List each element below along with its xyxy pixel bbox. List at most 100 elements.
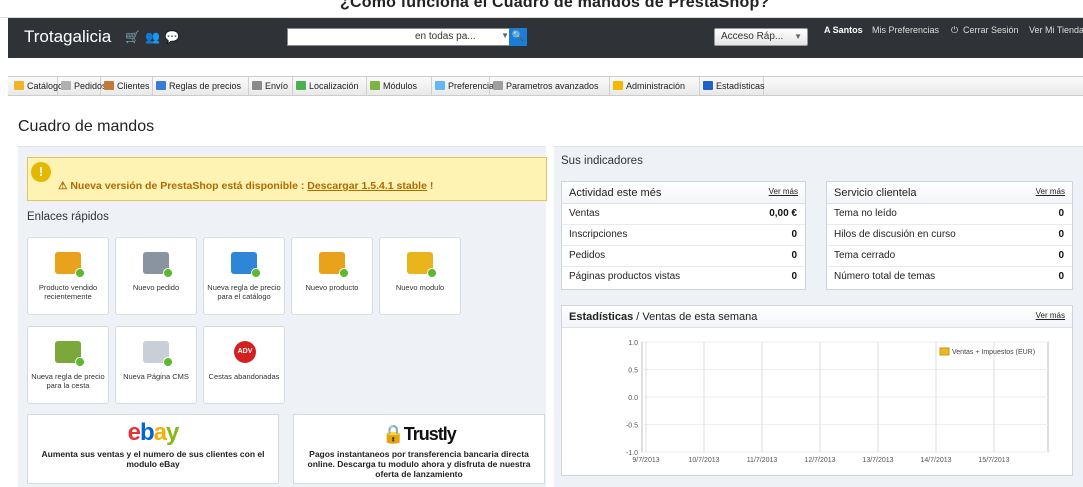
menu-item-4[interactable]: Envío [249, 77, 293, 95]
quick-link-label: Nuevo pedido [132, 283, 180, 292]
quick-link-label: Nueva Página CMS [123, 372, 189, 381]
indicator-value: 0 [1058, 271, 1064, 282]
menu-item-5[interactable]: Localización [293, 77, 367, 95]
quick-link-tile[interactable]: Nuevo producto [291, 237, 373, 315]
search-scope-value: en todas pa... [415, 31, 476, 42]
indicator-label: Pedidos [569, 250, 606, 261]
chevron-down-icon: ▼ [794, 32, 802, 41]
logout-link[interactable]: Cerrar Sesión [963, 25, 1019, 35]
power-icon[interactable]: ⏻ [951, 25, 958, 36]
quick-link-label: Nuevo producto [305, 283, 359, 292]
activity-header: Actividad este més Ver más [562, 182, 805, 204]
quick-link-tile[interactable]: Nuevo pedido [115, 237, 197, 315]
menu-item-0[interactable]: Catálogo [11, 77, 63, 95]
user-name[interactable]: A Santos [824, 25, 863, 35]
indicator-row: Número total de temas 0 [827, 267, 1072, 288]
indicator-label: Ventas [569, 208, 600, 219]
cart-rule-icon [55, 341, 85, 367]
menu-item-10[interactable]: Estadísticas [700, 77, 765, 95]
stats-more-link[interactable]: Ver más [1036, 311, 1065, 320]
stats-title-bold: Estadísticas [569, 311, 634, 323]
menu-label: Parametros avanzados [506, 81, 599, 91]
y-tick-label: 0.5 [628, 368, 638, 375]
service-more-link[interactable]: Ver más [1036, 187, 1065, 196]
indicator-value: 0 [1058, 250, 1064, 261]
quick-links-title: Enlaces rápidos [27, 211, 109, 223]
indicator-label: Inscripciones [569, 229, 628, 240]
activity-box: Actividad este més Ver más Ventas 0,00 € I… [561, 181, 806, 290]
menu-item-2[interactable]: Clientes [101, 77, 153, 95]
update-alert: ! ⚠ Nueva versión de PrestaShop está dis… [27, 157, 547, 201]
stats-box: Estadísticas / Ventas de esta semana Ver… [561, 305, 1073, 476]
chevron-down-icon: ▼ [501, 31, 509, 40]
y-tick-label: 1.0 [628, 340, 638, 347]
download-update-link[interactable]: Descargar 1.5.4.1 stable [307, 180, 427, 192]
preferences-link[interactable]: Mis Preferencias [872, 25, 939, 35]
quick-link-tile[interactable]: Nuevo modulo [379, 237, 461, 315]
plus-badge-icon [75, 268, 85, 278]
menu-item-9[interactable]: Administración [610, 77, 700, 95]
activity-more-link[interactable]: Ver más [769, 187, 798, 196]
indicator-row: Pedidos 0 [562, 246, 805, 267]
y-tick-label: -0.5 [626, 423, 638, 430]
menu-item-3[interactable]: Reglas de precios [153, 77, 249, 95]
indicator-value: 0 [791, 271, 797, 282]
search-box: en todas pa... ▼ 🔍 [287, 28, 527, 46]
x-tick-label: 12/7/2013 [804, 457, 835, 464]
y-tick-label: 0.0 [628, 395, 638, 402]
quick-access-dropdown[interactable]: Acceso Ráp... ▼ [714, 28, 808, 46]
menu-item-8[interactable]: Parametros avanzados [490, 77, 610, 95]
page-add-icon [143, 341, 173, 367]
menu-item-6[interactable]: Módulos [367, 77, 432, 95]
view-store-link[interactable]: Ver Mi Tienda [1029, 25, 1083, 35]
lock-icon: 🔒 [382, 424, 404, 444]
menu-label: Módulos [383, 81, 418, 91]
indicator-label: Hilos de discusión en curso [834, 229, 956, 240]
menu-icon [296, 81, 306, 90]
indicator-row: Ventas 0,00 € [562, 204, 805, 225]
new-messages-icon[interactable]: 💬 [165, 30, 185, 44]
plus-badge-icon [163, 268, 173, 278]
x-tick-label: 14/7/2013 [920, 457, 951, 464]
trustly-logo-text: Trustly [403, 424, 457, 444]
ebay-promo[interactable]: ebay Aumenta sus ventas y el numero de s… [27, 414, 279, 484]
new-orders-icon[interactable]: 🛒 [125, 30, 145, 44]
adv-icon: ADV [234, 341, 256, 363]
quick-link-tile[interactable]: ADV Cestas abandonadas [203, 326, 285, 404]
quick-link-label: Nueva regla de precio para el catálogo [207, 283, 281, 301]
ebay-promo-text: Aumenta sus ventas y el numero de sus cl… [41, 449, 265, 469]
menu-item-7[interactable]: Preferencias [432, 77, 499, 95]
search-icon[interactable]: 🔍 [509, 28, 527, 46]
quick-link-tile[interactable]: Nueva regla de precio para el catálogo [203, 237, 285, 315]
quick-link-tile[interactable]: Producto vendido recientemente [27, 237, 109, 315]
trustly-promo[interactable]: 🔒Trustly Pagos instantaneos por transfer… [293, 414, 545, 484]
service-box: Servicio clientela Ver más Tema no leído… [826, 181, 1073, 290]
header-bar: Trotagalicia 🛒👥💬 en todas pa... ▼ 🔍 Acce… [8, 18, 1083, 58]
indicator-label: Tema no leído [834, 208, 897, 219]
search-scope-select[interactable]: en todas pa... ▼ [411, 29, 511, 45]
cart-add-icon [143, 252, 173, 278]
new-customers-icon[interactable]: 👥 [145, 30, 165, 44]
quick-link-tile[interactable]: Nueva Página CMS [115, 326, 197, 404]
quick-link-label: Nueva regla de precio para la cesta [31, 372, 105, 390]
plus-badge-icon [427, 268, 437, 278]
x-tick-label: 13/7/2013 [862, 457, 893, 464]
indicator-row: Hilos de discusión en curso 0 [827, 225, 1072, 246]
quick-link-tile[interactable]: Nueva regla de precio para la cesta [27, 326, 109, 404]
menu-icon [613, 81, 623, 90]
shop-logo[interactable]: Trotagalicia [24, 27, 111, 47]
indicator-row: Tema no leído 0 [827, 204, 1072, 225]
indicator-row: Páginas productos vistas 0 [562, 267, 805, 288]
menu-icon [493, 81, 503, 90]
indicator-row: Tema cerrado 0 [827, 246, 1072, 267]
puzzle-add-icon [407, 252, 437, 278]
x-tick-label: 9/7/2013 [632, 457, 659, 464]
update-alert-text: Nueva versión de PrestaShop está disponi… [70, 180, 305, 192]
plus-badge-icon [339, 268, 349, 278]
plus-badge-icon [163, 357, 173, 367]
indicators-title: Sus indicadores [561, 155, 643, 167]
indicator-label: Número total de temas [834, 271, 936, 282]
warning-icon: ! [31, 162, 51, 182]
menu-item-1[interactable]: Pedidos [58, 77, 107, 95]
plus-badge-icon [75, 357, 85, 367]
